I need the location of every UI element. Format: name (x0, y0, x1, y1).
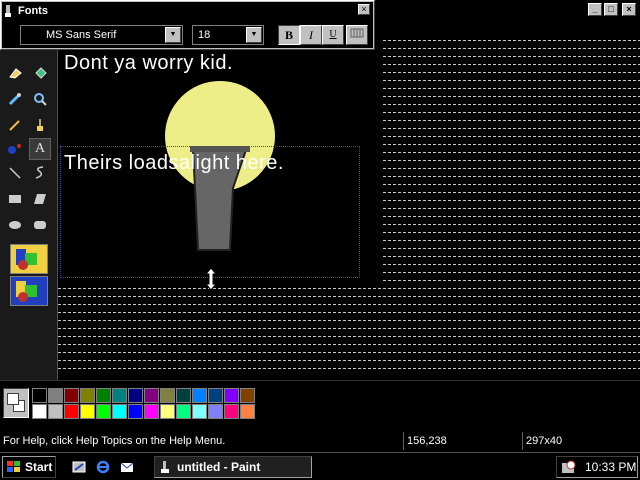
text-icon[interactable]: A (29, 138, 51, 160)
paint-app-icon (161, 461, 169, 473)
palette-swatch[interactable] (208, 404, 223, 419)
start-button[interactable]: Start (2, 456, 56, 478)
system-tray: 10:33 PM (556, 456, 638, 478)
palette-swatch[interactable] (192, 404, 207, 419)
palette-swatch[interactable] (96, 404, 111, 419)
polygon-icon[interactable] (29, 188, 51, 210)
rectangle-icon[interactable] (4, 188, 26, 210)
resize-cursor-icon (205, 268, 217, 290)
palette-swatch[interactable] (224, 404, 239, 419)
internet-explorer-icon[interactable] (96, 460, 110, 474)
clock[interactable]: 10:33 PM (585, 460, 636, 474)
paint-app-icon (5, 5, 11, 17)
help-text: For Help, click Help Topics on the Help … (3, 435, 226, 447)
chevron-down-icon[interactable]: ▼ (246, 27, 262, 43)
palette-swatch[interactable] (64, 388, 79, 403)
underline-button[interactable]: U (322, 25, 344, 45)
transparent-option-icon[interactable] (10, 276, 48, 306)
palette-swatch[interactable] (128, 388, 143, 403)
task-button-paint[interactable]: untitled - Paint (154, 456, 312, 478)
palette-swatch[interactable] (112, 388, 127, 403)
canvas-text-line1[interactable]: Dont ya worry kid. (64, 52, 233, 75)
opaque-option-icon[interactable] (10, 244, 48, 274)
palette-swatch[interactable] (48, 388, 63, 403)
pick-color-icon[interactable] (4, 88, 26, 110)
palette-swatch[interactable] (176, 388, 191, 403)
palette-swatch[interactable] (48, 404, 63, 419)
fonts-title: Fonts (18, 5, 48, 17)
foreground-color (7, 393, 19, 405)
current-colors[interactable] (3, 388, 29, 418)
toolbox: A (0, 40, 58, 380)
show-desktop-icon[interactable] (72, 460, 86, 474)
vertical-text-button[interactable] (346, 25, 368, 45)
fill-icon[interactable] (29, 62, 51, 84)
taskbar: Start untitled - Paint 10:33 PM (0, 452, 640, 480)
pencil-icon[interactable] (4, 114, 26, 136)
brush-icon[interactable] (29, 114, 51, 136)
palette-swatch[interactable] (192, 388, 207, 403)
magnifier-icon[interactable] (29, 88, 51, 110)
font-size-select[interactable]: 18 ▼ (192, 25, 264, 45)
color-palette (0, 380, 640, 430)
fonts-close-button[interactable]: × (358, 4, 370, 15)
scheduler-icon[interactable] (561, 460, 577, 474)
palette-swatch[interactable] (96, 388, 111, 403)
palette-swatch[interactable] (144, 404, 159, 419)
font-name-select[interactable]: MS Sans Serif ▼ (20, 25, 183, 45)
ellipse-icon[interactable] (4, 214, 26, 236)
palette-swatch[interactable] (208, 388, 223, 403)
font-name-value: MS Sans Serif (46, 29, 117, 41)
maximize-button[interactable]: □ (604, 3, 618, 16)
palette-swatch[interactable] (128, 404, 143, 419)
fonts-toolbar: Fonts × MS Sans Serif ▼ 18 ▼ B I U (0, 0, 375, 50)
rounded-rect-icon[interactable] (29, 214, 51, 236)
text-selection-box[interactable] (60, 146, 360, 278)
cursor-coords: 156,238 (403, 432, 521, 450)
minimize-button[interactable]: _ (588, 3, 602, 16)
palette-swatch[interactable] (176, 404, 191, 419)
vertical-text-icon (350, 28, 364, 38)
palette-swatch[interactable] (144, 388, 159, 403)
line-icon[interactable] (4, 162, 26, 184)
task-label: untitled - Paint (177, 460, 261, 474)
fonts-titlebar[interactable]: Fonts (2, 2, 373, 20)
italic-button[interactable]: I (300, 25, 322, 45)
windows-logo-icon (7, 461, 20, 472)
palette-swatch[interactable] (240, 404, 255, 419)
palette-swatch[interactable] (80, 388, 95, 403)
outlook-express-icon[interactable] (120, 460, 134, 474)
selection-size: 297x40 (522, 432, 640, 450)
palette-swatch[interactable] (32, 388, 47, 403)
fonts-toolbar-body: MS Sans Serif ▼ 18 ▼ B I U (2, 20, 373, 48)
palette-swatch[interactable] (224, 388, 239, 403)
font-size-value: 18 (198, 29, 211, 41)
start-label: Start (25, 460, 53, 474)
chevron-down-icon[interactable]: ▼ (165, 27, 181, 43)
palette-swatch[interactable] (160, 388, 175, 403)
eraser-icon[interactable] (4, 62, 26, 84)
palette-swatch[interactable] (160, 404, 175, 419)
palette-swatch[interactable] (32, 404, 47, 419)
airbrush-icon[interactable] (4, 138, 26, 160)
palette-swatch[interactable] (240, 388, 255, 403)
palette-swatch[interactable] (80, 404, 95, 419)
palette-swatch[interactable] (112, 404, 127, 419)
curve-icon[interactable] (29, 162, 51, 184)
bold-button[interactable]: B (278, 25, 300, 45)
close-button[interactable]: × (622, 3, 636, 16)
palette-swatch[interactable] (64, 404, 79, 419)
status-bar: For Help, click Help Topics on the Help … (0, 430, 640, 452)
